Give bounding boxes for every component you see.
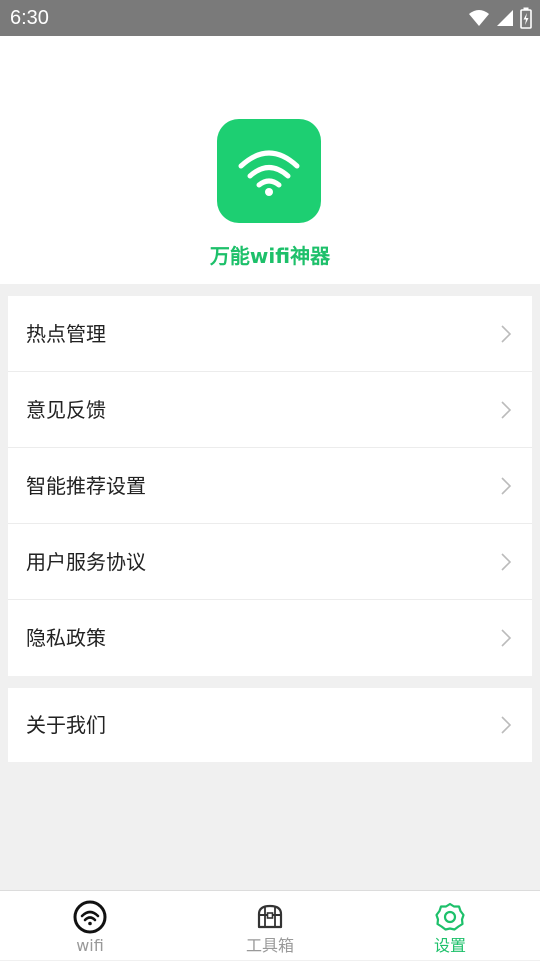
- chevron-right-icon: [501, 477, 512, 495]
- menu-item-feedback[interactable]: 意见反馈: [8, 372, 532, 448]
- menu-item-about-us[interactable]: 关于我们: [8, 688, 532, 762]
- settings-menu: 热点管理 意见反馈 智能推荐设置 用户服务协议 隐私政策: [8, 296, 532, 676]
- battery-icon: [520, 7, 532, 29]
- tab-label: wifi: [76, 936, 104, 955]
- menu-item-smart-recommendation[interactable]: 智能推荐设置: [8, 448, 532, 524]
- menu-item-privacy-policy[interactable]: 隐私政策: [8, 600, 532, 676]
- menu-item-hotspot-management[interactable]: 热点管理: [8, 296, 532, 372]
- toolbox-icon: [257, 904, 283, 929]
- menu-item-label: 热点管理: [26, 322, 106, 346]
- chevron-right-icon: [501, 401, 512, 419]
- menu-item-label: 意见反馈: [26, 398, 106, 422]
- chevron-right-icon: [501, 325, 512, 343]
- chevron-right-icon: [501, 553, 512, 571]
- tab-settings[interactable]: 设置: [360, 891, 540, 961]
- status-time: 6:30: [10, 7, 49, 29]
- settings-gear-icon: [435, 902, 465, 931]
- wifi-icon: [238, 150, 300, 196]
- menu-item-label: 用户服务协议: [26, 550, 146, 574]
- menu-item-user-agreement[interactable]: 用户服务协议: [8, 524, 532, 600]
- chevron-right-icon: [501, 629, 512, 647]
- chevron-right-icon: [501, 716, 512, 734]
- wifi-icon: [469, 10, 489, 26]
- about-menu: 关于我们: [8, 688, 532, 762]
- menu-item-label: 智能推荐设置: [26, 474, 146, 498]
- wifi-circle-icon: [73, 900, 107, 934]
- app-name: 万能wifi神器: [209, 244, 331, 268]
- status-bar: 6:30: [0, 0, 540, 36]
- menu-item-label: 关于我们: [26, 713, 106, 737]
- bottom-tab-bar: wifi 工具箱 设置: [0, 890, 540, 960]
- app-header: 万能wifi神器: [0, 36, 540, 284]
- app-logo-icon: [217, 119, 321, 223]
- tab-label: 设置: [433, 936, 466, 955]
- tab-wifi[interactable]: wifi: [0, 891, 180, 961]
- menu-item-label: 隐私政策: [26, 626, 106, 650]
- tab-label: 工具箱: [245, 936, 294, 955]
- cell-signal-icon: [497, 10, 513, 26]
- tab-toolbox[interactable]: 工具箱: [180, 891, 360, 961]
- status-icons: [468, 6, 532, 30]
